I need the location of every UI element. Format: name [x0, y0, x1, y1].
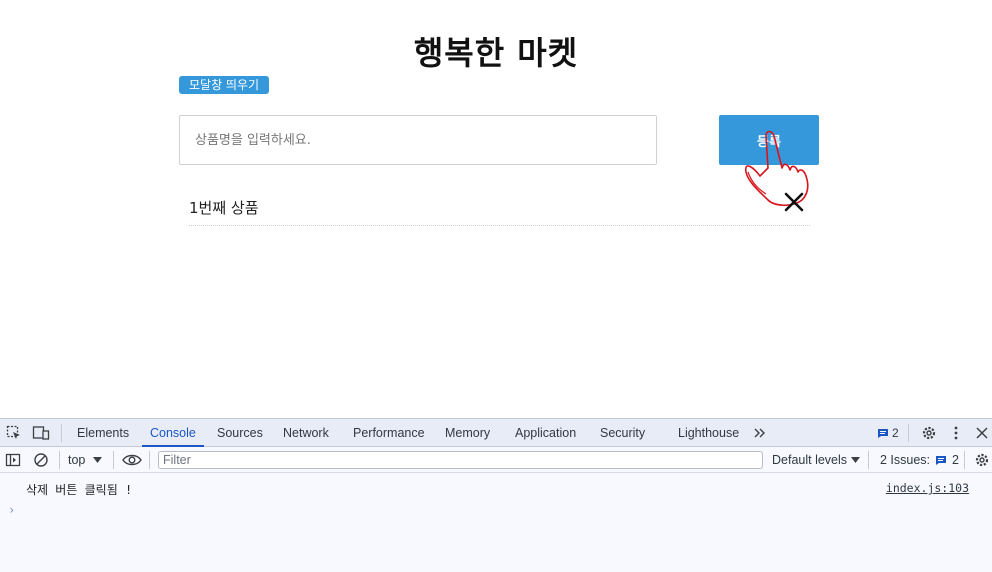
divider — [113, 451, 114, 469]
tab-console[interactable]: Console — [142, 419, 204, 447]
gear-icon[interactable] — [919, 423, 939, 443]
devtools-tab-bar: Elements Console Sources Network Perform… — [0, 419, 992, 447]
tab-sources[interactable]: Sources — [217, 419, 263, 447]
list-item: 1번째 상품 — [189, 186, 810, 226]
log-levels-label: Default levels — [772, 453, 848, 467]
message-icon — [936, 455, 947, 465]
device-toolbar-icon[interactable] — [31, 423, 51, 443]
divider — [149, 451, 150, 469]
context-value: top — [68, 453, 86, 467]
tab-memory[interactable]: Memory — [445, 419, 490, 447]
log-source-link[interactable]: index.js:103 — [886, 481, 969, 495]
tab-performance[interactable]: Performance — [353, 419, 425, 447]
sidebar-toggle-icon[interactable] — [3, 450, 23, 470]
divider — [964, 451, 965, 469]
issues-badge[interactable]: 2 — [877, 425, 899, 441]
divider — [61, 424, 62, 442]
tab-application[interactable]: Application — [515, 419, 576, 447]
console-settings-gear-icon[interactable] — [972, 450, 992, 470]
tab-lighthouse[interactable]: Lighthouse — [678, 419, 739, 447]
console-output: 삭제 버튼 클릭됨 ! index.js:103 › — [0, 474, 992, 572]
divider — [908, 424, 909, 442]
product-name-input[interactable] — [179, 115, 657, 165]
log-levels-dropdown[interactable]: Default levels — [772, 452, 861, 468]
inspect-element-icon[interactable] — [4, 423, 24, 443]
kebab-menu-icon[interactable] — [946, 423, 966, 443]
dropdown-arrow-icon — [851, 457, 861, 463]
tab-security[interactable]: Security — [600, 419, 645, 447]
page-title: 행복한 마켓 — [413, 34, 579, 72]
console-log-entry: 삭제 버튼 클릭됨 ! index.js:103 — [0, 478, 992, 498]
tab-elements[interactable]: Elements — [77, 419, 129, 447]
console-prompt[interactable]: › — [8, 503, 15, 517]
divider — [868, 451, 869, 469]
open-modal-button[interactable]: 모달창 띄우기 — [179, 76, 270, 94]
devtools-panel: Elements Console Sources Network Perform… — [0, 418, 992, 572]
add-product-button[interactable]: 등록 — [719, 115, 819, 165]
close-icon[interactable] — [783, 191, 805, 213]
divider — [59, 451, 60, 469]
issues-count-value: 2 — [952, 453, 959, 467]
clear-console-icon[interactable] — [31, 450, 51, 470]
log-message: 삭제 버튼 클릭됨 ! — [26, 483, 133, 497]
item-name: 1번째 상품 — [189, 199, 259, 217]
close-devtools-icon[interactable] — [972, 423, 992, 443]
tab-network[interactable]: Network — [283, 419, 329, 447]
issues-counter[interactable]: 2 Issues: 2 — [880, 452, 959, 468]
dropdown-arrow-icon — [93, 457, 103, 463]
console-filter-input[interactable] — [158, 451, 763, 469]
context-select[interactable]: top — [68, 452, 103, 468]
console-toolbar: top Default levels 2 Issues: 2 — [0, 447, 992, 473]
issues-badge-count: 2 — [892, 426, 899, 440]
eye-icon[interactable] — [121, 450, 143, 470]
message-icon — [878, 428, 888, 438]
double-chevron-icon[interactable] — [750, 423, 770, 443]
web-page: 행복한 마켓 모달창 띄우기 등록 1번째 상품 — [0, 0, 992, 418]
issues-label: 2 Issues: — [880, 453, 931, 467]
